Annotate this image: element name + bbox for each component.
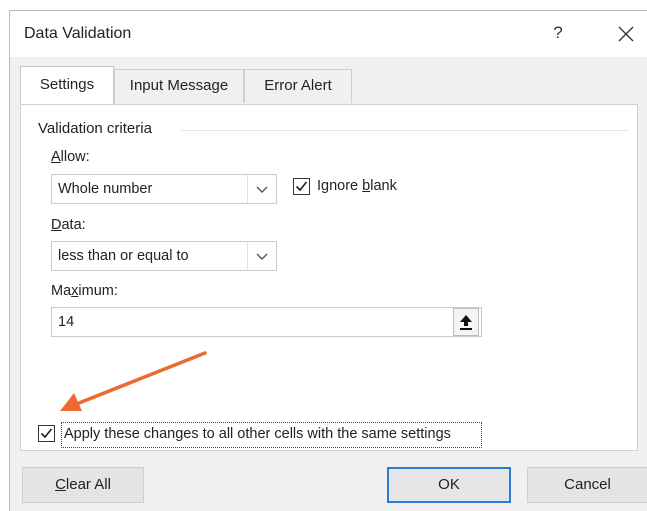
allow-label: Allow:: [51, 149, 90, 165]
maximum-label: Maximum:: [51, 283, 118, 299]
cancel-button[interactable]: Cancel: [527, 467, 647, 503]
maximum-input[interactable]: 14: [51, 307, 482, 337]
dialog-title: Data Validation: [24, 25, 132, 42]
clear-all-button[interactable]: Clear All: [22, 467, 144, 503]
help-button[interactable]: ?: [548, 23, 568, 45]
apply-to-all-checkbox[interactable]: [38, 425, 55, 442]
chevron-down-icon: [256, 253, 268, 260]
close-button[interactable]: [614, 22, 638, 46]
annotation-arrow-icon: [60, 351, 207, 411]
data-label: Data:: [51, 217, 86, 233]
allow-dropdown-button[interactable]: [247, 175, 276, 203]
data-select-value: less than or equal to: [58, 248, 189, 264]
tab-settings[interactable]: Settings: [20, 66, 114, 104]
title-bar: Data Validation ?: [10, 11, 647, 57]
ignore-blank-checkbox[interactable]: [293, 178, 310, 195]
ok-button[interactable]: OK: [387, 467, 511, 503]
validation-criteria-heading: Validation criteria: [38, 120, 152, 137]
apply-to-all-label: Apply these changes to all other cells w…: [64, 426, 451, 442]
collapse-dialog-button[interactable]: [453, 308, 479, 336]
allow-select-value: Whole number: [58, 181, 153, 197]
checkmark-icon: [40, 428, 53, 439]
tab-error-alert[interactable]: Error Alert: [244, 69, 352, 103]
group-divider: [181, 130, 629, 131]
chevron-down-icon: [256, 186, 268, 193]
ignore-blank-label: Ignore blank: [317, 178, 397, 194]
upload-arrow-icon: [460, 315, 472, 330]
allow-select[interactable]: Whole number: [51, 174, 277, 204]
close-icon: [618, 26, 634, 42]
tab-input-message[interactable]: Input Message: [114, 69, 244, 103]
data-select[interactable]: less than or equal to: [51, 241, 277, 271]
data-validation-dialog: Data Validation ? Settings Input Message…: [9, 10, 647, 511]
maximum-input-value: 14: [58, 314, 75, 330]
data-dropdown-button[interactable]: [247, 242, 276, 270]
checkmark-icon: [295, 181, 308, 192]
